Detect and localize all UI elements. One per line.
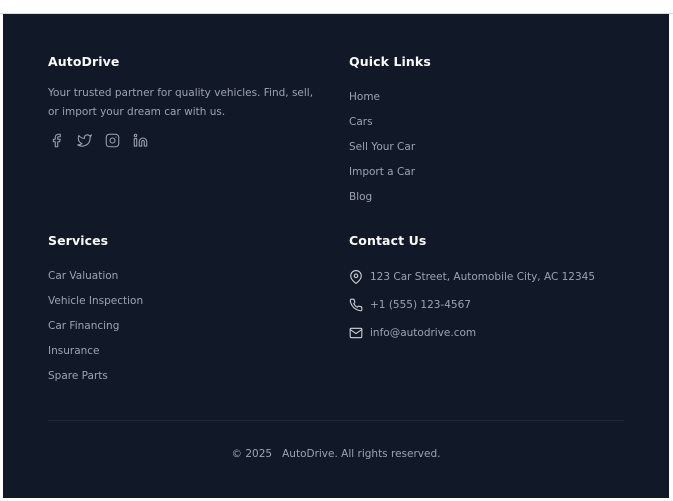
contact-column: Contact Us 123 Car Street, Automobile Ci… xyxy=(349,233,639,347)
list-item: Insurance xyxy=(48,339,338,364)
phone-icon xyxy=(349,298,363,312)
services-column: Services Car Valuation Vehicle Inspectio… xyxy=(48,233,338,389)
services-list: Car Valuation Vehicle Inspection Car Fin… xyxy=(48,264,338,389)
instagram-icon[interactable] xyxy=(104,132,120,148)
contact-list: 123 Car Street, Automobile City, AC 1234… xyxy=(349,263,639,347)
phone-text[interactable]: +1 (555) 123-4567 xyxy=(370,299,471,311)
list-item: Spare Parts xyxy=(48,364,338,389)
brand-description: Your trusted partner for quality vehicle… xyxy=(48,87,314,118)
brand-column: AutoDrive Your trusted partner for quali… xyxy=(48,54,338,148)
social-links xyxy=(48,132,338,148)
link-import-a-car[interactable]: Import a Car xyxy=(349,165,415,179)
list-item: Blog xyxy=(349,185,639,210)
link-vehicle-inspection[interactable]: Vehicle Inspection xyxy=(48,294,143,308)
linkedin-icon[interactable] xyxy=(132,132,148,148)
link-sell-your-car[interactable]: Sell Your Car xyxy=(349,140,415,154)
list-item: Sell Your Car xyxy=(349,135,639,160)
quick-links-column: Quick Links Home Cars Sell Your Car Impo… xyxy=(349,54,639,210)
list-item: Vehicle Inspection xyxy=(48,289,338,314)
facebook-icon[interactable] xyxy=(48,132,64,148)
link-home[interactable]: Home xyxy=(349,90,380,104)
top-bar xyxy=(0,0,673,14)
address-text: 123 Car Street, Automobile City, AC 1234… xyxy=(370,271,596,283)
list-item: Cars xyxy=(349,110,639,135)
quick-links-list: Home Cars Sell Your Car Import a Car Blo… xyxy=(349,85,639,210)
link-insurance[interactable]: Insurance xyxy=(48,344,100,358)
copyright: © 2025 AutoDrive. All rights reserved. xyxy=(3,448,669,460)
site-footer: AutoDrive Your trusted partner for quali… xyxy=(3,14,669,498)
list-item: Car Valuation xyxy=(48,264,338,289)
list-item: Car Financing xyxy=(48,314,338,339)
contact-phone: +1 (555) 123-4567 xyxy=(349,291,639,319)
copyright-text: AutoDrive. All rights reserved. xyxy=(282,448,441,460)
location-pin-icon xyxy=(350,270,362,284)
contact-title: Contact Us xyxy=(349,233,427,248)
twitter-icon[interactable] xyxy=(76,132,92,148)
page: AutoDrive Your trusted partner for quali… xyxy=(0,0,673,501)
contact-address: 123 Car Street, Automobile City, AC 1234… xyxy=(349,263,639,291)
footer-divider xyxy=(48,420,624,421)
link-cars[interactable]: Cars xyxy=(349,115,373,129)
copyright-year: © 2025 xyxy=(231,448,273,460)
link-spare-parts[interactable]: Spare Parts xyxy=(48,369,108,383)
list-item: Home xyxy=(349,85,639,110)
link-blog[interactable]: Blog xyxy=(349,190,372,204)
list-item: Import a Car xyxy=(349,160,639,185)
link-car-financing[interactable]: Car Financing xyxy=(48,319,119,333)
link-car-valuation[interactable]: Car Valuation xyxy=(48,269,118,283)
email-text[interactable]: info@autodrive.com xyxy=(370,327,476,339)
mail-icon xyxy=(349,327,363,339)
brand-name: AutoDrive xyxy=(48,54,120,69)
quick-links-title: Quick Links xyxy=(349,54,431,69)
contact-email: info@autodrive.com xyxy=(349,319,639,347)
services-title: Services xyxy=(48,233,109,248)
